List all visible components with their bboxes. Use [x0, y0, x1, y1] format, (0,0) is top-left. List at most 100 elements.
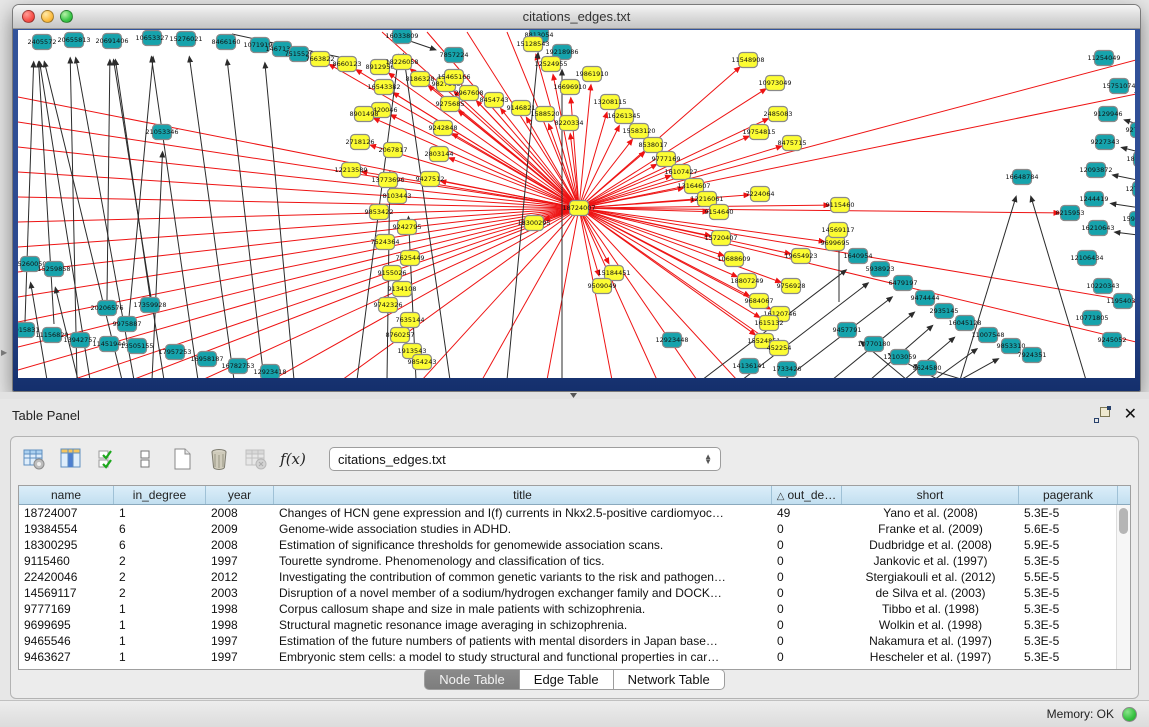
table-row[interactable]: 1456911722003Disruption of a novel membe… [19, 585, 1130, 601]
tab-edge-table[interactable]: Edge Table [520, 669, 614, 690]
citation-edge-red[interactable] [18, 208, 579, 222]
citation-edge-red[interactable] [389, 73, 579, 208]
citation-edge-black[interactable] [227, 60, 264, 378]
table-cell[interactable]: 2012 [206, 569, 274, 585]
scrollbar-thumb[interactable] [1119, 508, 1128, 534]
import-table-disabled-icon[interactable] [243, 446, 269, 472]
table-cell[interactable]: 2 [114, 553, 206, 569]
table-cell[interactable]: Nakamura et al. (1997) [842, 633, 1019, 649]
table-cell[interactable]: Tibbo et al. (1998) [842, 601, 1019, 617]
citation-edge-red[interactable] [579, 85, 591, 208]
citation-edge-black[interactable] [1122, 147, 1135, 154]
table-cell[interactable]: Stergiakouli et al. (2012) [842, 569, 1019, 585]
table-cell[interactable]: 1 [114, 505, 206, 521]
table-cell[interactable]: Structural magnetic resonance image aver… [274, 617, 772, 633]
table-cell[interactable]: 5.9E-5 [1019, 537, 1118, 553]
citation-edge-black[interactable] [1113, 175, 1135, 182]
table-cell[interactable]: Changes of HCN gene expression and I(f) … [274, 505, 772, 521]
minimize-window-button[interactable] [41, 10, 54, 23]
table-cell[interactable]: 2 [114, 569, 206, 585]
table-cell[interactable]: 9777169 [19, 601, 114, 617]
table-cell[interactable]: 22420046 [19, 569, 114, 585]
table-row[interactable]: 969969511998Structural magnetic resonanc… [19, 617, 1130, 633]
citation-edge-red[interactable] [342, 208, 579, 378]
table-cell[interactable]: 18724007 [19, 505, 114, 521]
memory-status-indicator[interactable] [1122, 707, 1137, 722]
close-window-button[interactable] [22, 10, 35, 23]
table-cell[interactable]: 2008 [206, 537, 274, 553]
table-cell[interactable]: 9699695 [19, 617, 114, 633]
table-cell[interactable]: 49 [772, 505, 842, 521]
zoom-window-button[interactable] [60, 10, 73, 23]
table-cell[interactable]: 1 [114, 601, 206, 617]
table-select-combobox[interactable]: citations_edges.txt ▲▼ [329, 447, 721, 471]
citation-edge-red[interactable] [202, 208, 579, 378]
column-header-year[interactable]: year [206, 486, 274, 504]
table-cell[interactable]: Investigating the contribution of common… [274, 569, 772, 585]
citation-edge-red[interactable] [422, 208, 579, 378]
table-cell[interactable]: 1 [114, 649, 206, 665]
table-cell[interactable]: 2003 [206, 585, 274, 601]
table-cell[interactable]: de Silva et al. (2003) [842, 585, 1019, 601]
table-cell[interactable]: 1 [114, 617, 206, 633]
citation-edge-black[interactable] [152, 152, 163, 378]
column-header-indegree[interactable]: in_degree [114, 486, 206, 504]
table-cell[interactable]: 14569117 [19, 585, 114, 601]
citation-edge-red[interactable] [72, 208, 579, 378]
table-settings-icon[interactable] [21, 446, 47, 472]
table-cell[interactable]: Disruption of a novel member of a sodium… [274, 585, 772, 601]
citation-edge-black[interactable] [129, 57, 153, 317]
table-row[interactable]: 977716911998Corpus callosum shape and si… [19, 601, 1130, 617]
row-height-icon[interactable] [132, 446, 158, 472]
citation-edge-red[interactable] [579, 140, 632, 208]
tab-node-table[interactable]: Node Table [424, 669, 520, 690]
function-builder-icon[interactable]: f(x) [280, 446, 306, 472]
panel-splitter[interactable] [0, 392, 1149, 399]
citation-edge-red[interactable] [18, 208, 579, 347]
table-cell[interactable]: 5.3E-5 [1019, 617, 1118, 633]
collapse-panel-arrow-icon[interactable]: ▶ [1, 348, 7, 357]
citation-edge-black[interactable] [1115, 232, 1135, 236]
table-cell[interactable]: 1998 [206, 617, 274, 633]
network-canvas[interactable]: 1872400724055722065581320691406106533271… [18, 30, 1135, 378]
table-cell[interactable]: 2008 [206, 505, 274, 521]
table-cell[interactable]: 0 [772, 585, 842, 601]
citation-edge-black[interactable] [107, 60, 110, 300]
table-cell[interactable]: 1998 [206, 601, 274, 617]
table-cell[interactable]: 6 [114, 521, 206, 537]
citation-edge-red[interactable] [18, 208, 579, 297]
table-row[interactable]: 946554611997Estimation of the future num… [19, 633, 1130, 649]
table-cell[interactable]: 0 [772, 617, 842, 633]
network-svg[interactable]: 1872400724055722065581320691406106533271… [18, 30, 1135, 378]
citation-edge-black[interactable] [70, 58, 77, 378]
citation-edge-black[interactable] [265, 63, 294, 378]
citation-edge-red[interactable] [579, 208, 824, 242]
citation-edge-red[interactable] [18, 122, 579, 208]
table-cell[interactable]: 0 [772, 649, 842, 665]
table-row[interactable]: 1830029562008Estimation of significance … [19, 537, 1130, 553]
table-cell[interactable]: 1997 [206, 633, 274, 649]
close-panel-icon[interactable]: ✕ [1124, 407, 1137, 423]
table-cell[interactable]: Corpus callosum shape and size in male p… [274, 601, 772, 617]
citation-edge-red[interactable] [579, 164, 656, 208]
table-cell[interactable]: 1 [114, 633, 206, 649]
citation-edge-red[interactable] [18, 208, 579, 247]
new-table-icon[interactable] [169, 446, 195, 472]
table-row[interactable]: 1872400712008Changes of HCN gene express… [19, 505, 1130, 521]
table-cell[interactable]: 1997 [206, 553, 274, 569]
window-titlebar[interactable]: citations_edges.txt [13, 5, 1140, 29]
citation-edge-red[interactable] [547, 208, 579, 378]
table-cell[interactable]: 5.5E-5 [1019, 569, 1118, 585]
tab-network-table[interactable]: Network Table [614, 669, 725, 690]
table-cell[interactable]: 18300295 [19, 537, 114, 553]
table-cell[interactable]: 5.3E-5 [1019, 585, 1118, 601]
table-cell[interactable]: 1997 [206, 649, 274, 665]
table-cell[interactable]: 5.3E-5 [1019, 633, 1118, 649]
table-cell[interactable]: 0 [772, 521, 842, 537]
citation-edge-black[interactable] [25, 62, 34, 322]
table-row[interactable]: 2242004622012Investigating the contribut… [19, 569, 1130, 585]
column-header-pagerank[interactable]: pagerank [1019, 486, 1118, 504]
citation-edge-red[interactable] [482, 208, 579, 378]
table-cell[interactable]: 2009 [206, 521, 274, 537]
table-cell[interactable]: Genome-wide association studies in ADHD. [274, 521, 772, 537]
